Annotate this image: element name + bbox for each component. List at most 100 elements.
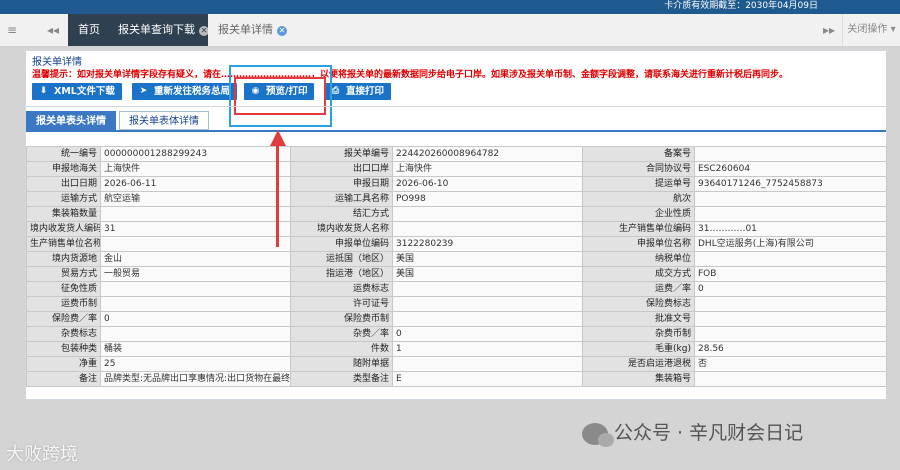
table-row: 包装种类 桶装 件数 1 毛重(kg) 28.56: [26, 341, 887, 357]
divider: [26, 106, 886, 107]
table-row: 杂费标志 杂费／率 0 杂费币制: [26, 326, 887, 342]
field-value: ESC260604: [694, 161, 887, 177]
field-label: 运输工具名称: [290, 191, 393, 207]
field-value: [392, 356, 583, 372]
field-value: [100, 296, 291, 312]
field-value: FOB: [694, 266, 887, 282]
tab-label: 首页: [78, 23, 100, 36]
field-label: 许可证号: [290, 296, 393, 312]
field-label: 出口日期: [26, 176, 101, 192]
red-arrow-line: [276, 143, 279, 247]
field-value: 品牌类型:无品牌出口享惠情况:出口货物在最终目: [100, 371, 291, 387]
field-value: 桶装: [100, 341, 291, 357]
send-icon: ➤: [139, 86, 148, 96]
field-label: 保险费／率: [26, 311, 101, 327]
field-label: 备案号: [582, 146, 695, 162]
field-label: 企业性质: [582, 206, 695, 222]
field-label: 杂费币制: [582, 326, 695, 342]
field-value: [392, 311, 583, 327]
subtab-underline: [26, 130, 886, 132]
field-value: E: [392, 371, 583, 387]
menu-toggle-icon[interactable]: ≡: [0, 14, 24, 46]
field-label: 是否启运港退税: [582, 356, 695, 372]
field-label: 保险费币制: [290, 311, 393, 327]
warning-tip: 温馨提示：如对报关单详情字段存有疑义，请在…………………………，以便将报关单的最…: [32, 70, 789, 80]
watermark-left: 大败跨境: [6, 444, 78, 465]
field-label: 杂费标志: [26, 326, 101, 342]
field-value: [100, 281, 291, 297]
table-row: 备注 品牌类型:无品牌出口享惠情况:出口货物在最终目 类型备注 E 集装箱号: [26, 371, 887, 387]
field-label: 申报地海关: [26, 161, 101, 177]
field-label: 申报单位编码: [290, 236, 393, 252]
field-value: 25: [100, 356, 291, 372]
field-value: 31: [100, 221, 291, 237]
tab-declaration-detail[interactable]: 报关单详情 ✕: [208, 14, 297, 46]
field-value: [694, 296, 887, 312]
field-label: 航次: [582, 191, 695, 207]
scroll-left-icon[interactable]: ◂◂: [42, 14, 64, 46]
field-value: 28.56: [694, 341, 887, 357]
field-label: 合同协议号: [582, 161, 695, 177]
field-label: 申报单位名称: [582, 236, 695, 252]
field-value: [100, 326, 291, 342]
field-value: [392, 296, 583, 312]
field-label: 随附单据: [290, 356, 393, 372]
tab-declaration-query[interactable]: 报关单查询下载 ✕: [108, 14, 219, 46]
field-value: 0: [392, 326, 583, 342]
table-row: 统一编号 000000001288299243 报关单编号 2244202600089…: [26, 146, 887, 162]
field-value: [392, 281, 583, 297]
field-label: 运输方式: [26, 191, 101, 207]
field-label: 境内收发货人名称: [290, 221, 393, 237]
declaration-detail-panel: 报关单详情 温馨提示：如对报关单详情字段存有疑义，请在…………………………，以便…: [25, 50, 887, 400]
table-row: 净重 25 随附单据 是否启运港退税否: [26, 356, 887, 372]
direct-print-button[interactable]: ⎙ 直接打印: [324, 83, 392, 100]
field-value: [392, 221, 583, 237]
field-label: 贸易方式: [26, 266, 101, 282]
close-operations-label: 关闭操作: [847, 24, 888, 35]
tab-home[interactable]: 首页: [68, 14, 110, 46]
field-value: 000000001288299243: [100, 146, 291, 162]
xml-download-button[interactable]: ⬇ XML文件下载: [32, 83, 122, 100]
field-label: 包装种类: [26, 341, 101, 357]
scroll-right-icon[interactable]: ▸▸: [818, 14, 840, 46]
field-label: 境内货源地: [26, 251, 101, 267]
field-label: 申报日期: [290, 176, 393, 192]
card-expiry-notice: 卡介质有效期截至：2030年04月09日: [664, 1, 818, 11]
field-label: 生产销售单位名称: [26, 236, 101, 252]
field-value: [694, 146, 887, 162]
download-icon: ⬇: [39, 86, 48, 96]
field-value: [694, 251, 887, 267]
field-label: 报关单编号: [290, 146, 393, 162]
table-row: 申报地海关 上海快件 出口口岸 上海快件 合同协议号 ESC260604: [26, 161, 887, 177]
close-operations-dropdown[interactable]: 关闭操作 ▾: [842, 14, 900, 46]
field-value: 0: [694, 281, 887, 297]
field-value: 0: [100, 311, 291, 327]
wechat-icon: [582, 422, 614, 447]
button-label: XML文件下载: [54, 86, 115, 97]
field-value: 2026-06-11: [100, 176, 291, 192]
table-row: 征免性质 运费标志 运费／率 0: [26, 281, 887, 297]
field-value: [392, 206, 583, 222]
field-label: 集装箱数量: [26, 206, 101, 222]
field-label: 运抵国（地区）: [290, 251, 393, 267]
tab-label: 报关单详情: [218, 23, 273, 36]
button-label: 直接打印: [346, 86, 385, 97]
field-value: [694, 206, 887, 222]
field-label: 提运单号: [582, 176, 695, 192]
field-value: [100, 206, 291, 222]
resend-tax-bureau-button[interactable]: ➤ 重新发往税务总局: [132, 83, 238, 100]
close-icon[interactable]: ✕: [277, 26, 287, 36]
tab-header-detail[interactable]: 报关单表头详情: [26, 111, 116, 130]
watermark-right: 公众号 · 辛凡财会日记: [582, 418, 803, 447]
field-value: [694, 311, 887, 327]
tab-body-detail[interactable]: 报关单表体详情: [119, 111, 209, 130]
field-value: [694, 371, 887, 387]
field-value: 3122280239: [392, 236, 583, 252]
field-value: 否: [694, 356, 887, 372]
field-value: 上海快件: [392, 161, 583, 177]
field-label: 指运港（地区）: [290, 266, 393, 282]
top-bar: 卡介质有效期截至：2030年04月09日: [0, 0, 900, 14]
field-value: 上海快件: [100, 161, 291, 177]
field-value: 224420260008964782: [392, 146, 583, 162]
table-row: 集装箱数量 结汇方式 企业性质: [26, 206, 887, 222]
